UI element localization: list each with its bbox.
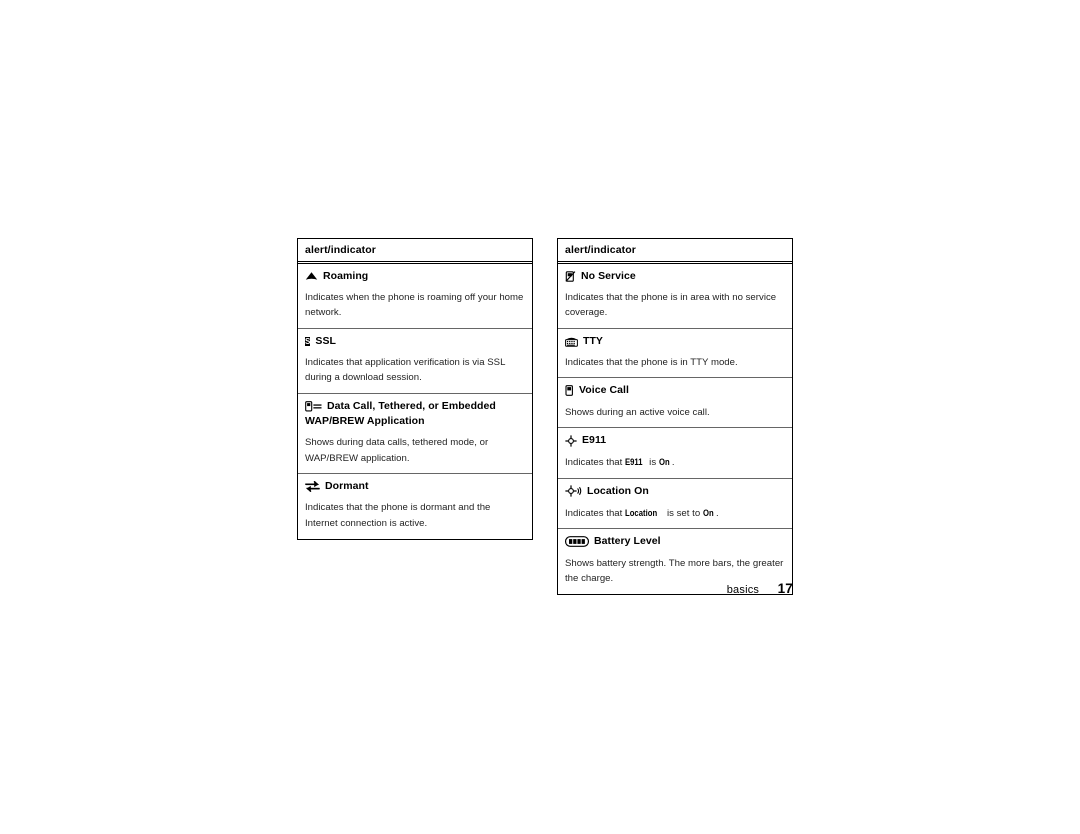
alert-indicator-title-text: E911	[582, 434, 607, 447]
battery-level-icon	[565, 536, 589, 548]
alert-indicator-title: No Service	[565, 269, 784, 284]
alert-indicator-title-text: Data Call, Tethered, or Embedded WAP/BRE…	[305, 400, 496, 428]
description-text: is	[646, 457, 659, 469]
alert-indicator-description: Indicates that the phone is in area with…	[565, 290, 784, 321]
roaming-triangle-icon	[305, 271, 318, 281]
description-text: Indicates that the phone is in area with…	[565, 291, 777, 319]
alert-indicator-description: Indicates that the phone is dormant and …	[305, 500, 524, 531]
description-text: Indicates that	[565, 457, 626, 469]
alert-indicator-title: E911	[565, 433, 784, 448]
alert-indicator-title-text: Dormant	[325, 480, 369, 493]
alert-indicator-row: Roaming Indicates when the phone is roami…	[298, 264, 532, 328]
inline-term: On	[702, 506, 714, 518]
location-on-icon	[565, 485, 582, 497]
alert-indicator-title: S SSL	[305, 334, 524, 349]
inline-term: E911	[625, 456, 643, 468]
alert-indicator-title: TTY	[565, 334, 784, 349]
description-text: .	[671, 457, 675, 469]
data-call-icon	[305, 401, 322, 412]
tty-icon	[565, 336, 578, 347]
alert-indicator-title: Voice Call	[565, 383, 784, 398]
ssl-icon: S	[305, 336, 311, 346]
alert-indicator-row: Dormant Indicates that the phone is dorma…	[298, 473, 532, 538]
alert-indicator-title-text: Location On	[587, 484, 649, 497]
alert-indicator-row: TTY Indicates that the phone is in TTY mo…	[558, 327, 792, 378]
alert-indicator-table-right: alert/indicator No Service Indicates that…	[557, 238, 793, 595]
footer-page-number: 17	[777, 581, 793, 596]
alert-indicator-row: Data Call, Tethered, or Embedded WAP/BRE…	[298, 393, 532, 473]
description-text: Indicates that the phone is in TTY mode.	[565, 356, 738, 368]
alert-indicator-title-text: Battery Level	[594, 535, 661, 548]
alert-indicator-title: Location On	[565, 484, 784, 499]
alert-indicator-row: E911 Indicates that E911 is On.	[558, 427, 792, 478]
description-text: Indicates that	[565, 507, 626, 519]
footer-section-label: basics	[726, 584, 760, 596]
alert-indicator-title: Roaming	[305, 269, 524, 284]
alert-indicator-description: Indicates when the phone is roaming off …	[305, 290, 524, 321]
table-body-left: Roaming Indicates when the phone is roami…	[298, 264, 532, 539]
description-text: Shows during an active voice call.	[565, 406, 710, 418]
alert-indicator-title: Data Call, Tethered, or Embedded WAP/BRE…	[305, 399, 524, 429]
alert-indicator-title-text: TTY	[583, 334, 603, 347]
description-text: Indicates when the phone is roaming off …	[305, 291, 524, 319]
manual-page: alert/indicator Roaming Indicates when th…	[0, 0, 1080, 834]
alert-indicator-title: Dormant	[305, 479, 524, 494]
voice-call-icon	[565, 385, 574, 397]
alert-indicator-description: Indicates that application verification …	[305, 355, 524, 386]
alert-indicator-description: Indicates that the phone is in TTY mode.	[565, 355, 784, 371]
table-header-left: alert/indicator	[298, 239, 532, 264]
inline-term: Location	[625, 506, 658, 518]
alert-indicator-row: Voice Call Shows during an active voice c…	[558, 377, 792, 427]
description-text: Indicates that application verification …	[305, 356, 506, 384]
alert-indicator-description: Indicates that E911 is On.	[565, 454, 784, 471]
no-service-icon	[565, 270, 576, 282]
table-header-right: alert/indicator	[558, 239, 792, 264]
alert-indicator-description: Indicates that Location is set to On.	[565, 505, 784, 522]
e911-crosshair-icon	[565, 434, 577, 447]
alert-indicator-description: Shows during data calls, tethered mode, …	[305, 435, 524, 466]
description-text: Indicates that the phone is dormant and …	[305, 502, 491, 530]
alert-indicator-title-text: SSL	[315, 334, 336, 347]
alert-indicator-table-left: alert/indicator Roaming Indicates when th…	[297, 238, 533, 540]
inline-term: On	[658, 456, 670, 468]
table-body-right: No Service Indicates that the phone is in…	[558, 264, 792, 594]
alert-indicator-row: Location On Indicates that Location is se…	[558, 477, 792, 529]
dormant-exchange-icon	[305, 481, 320, 493]
alert-indicator-row: No Service Indicates that the phone is in…	[558, 264, 792, 328]
description-text: is set to	[664, 507, 703, 519]
alert-indicator-row: S SSL Indicates that application verificat…	[298, 327, 532, 393]
description-text: .	[715, 507, 719, 519]
alert-indicator-title: Battery Level	[565, 534, 784, 549]
description-text: Shows during data calls, tethered mode, …	[305, 437, 489, 464]
alert-indicator-title-text: Voice Call	[579, 384, 629, 397]
alert-indicator-title-text: Roaming	[323, 269, 369, 282]
page-footer: basics 17	[557, 580, 793, 598]
alert-indicator-title-text: No Service	[581, 269, 636, 282]
alert-indicator-description: Shows during an active voice call.	[565, 405, 784, 421]
